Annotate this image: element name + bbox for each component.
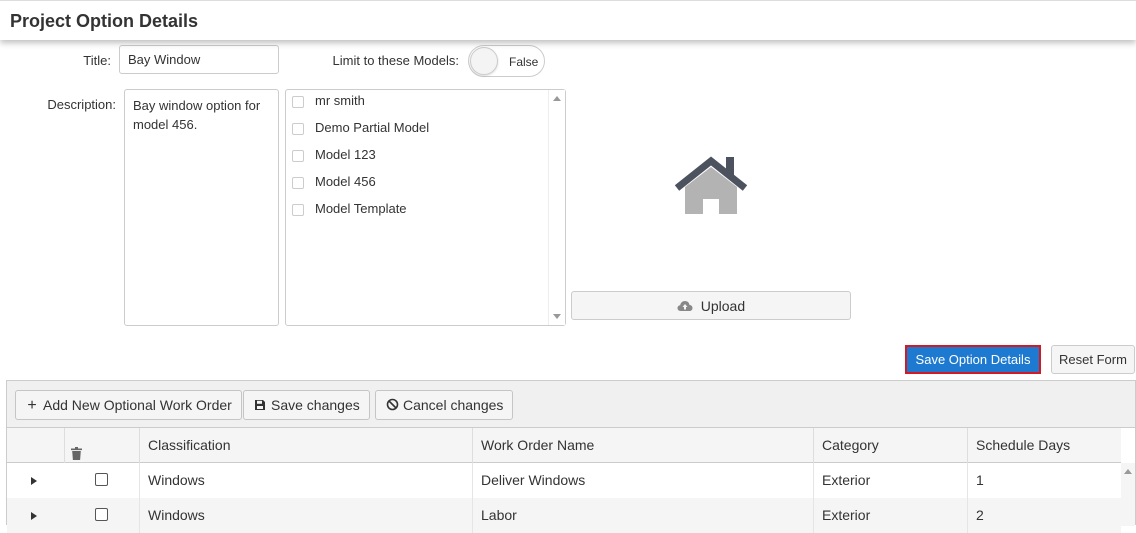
reset-form-label: Reset Form [1059, 352, 1127, 367]
table-row[interactable]: Windows Labor Exterior 2 [7, 498, 1121, 533]
cell-schedule-days: 2 [967, 498, 1121, 533]
column-header-classification[interactable]: Classification [139, 428, 472, 463]
model-list: mr smith Demo Partial Model Model 123 Mo… [285, 89, 566, 326]
model-checkbox[interactable] [292, 96, 304, 108]
model-label: Model Template [315, 201, 407, 216]
row-checkbox[interactable] [95, 473, 108, 486]
save-changes-button[interactable]: Save changes [243, 390, 370, 420]
model-checkbox[interactable] [292, 123, 304, 135]
grid-scroll-up-icon[interactable] [1124, 469, 1132, 474]
cell-category: Exterior [813, 463, 967, 498]
model-checkbox[interactable] [292, 150, 304, 162]
grid-scrollbar[interactable] [1121, 463, 1135, 526]
cloud-upload-icon [677, 293, 693, 322]
cancel-changes-button[interactable]: Cancel changes [375, 390, 514, 420]
expand-row-icon[interactable] [31, 512, 37, 520]
expand-row-icon[interactable] [31, 477, 37, 485]
model-list-scrollbar[interactable] [548, 90, 565, 325]
title-input[interactable]: Bay Window [119, 45, 279, 74]
model-label: Model 456 [315, 174, 376, 189]
model-checkbox[interactable] [292, 177, 304, 189]
add-work-order-label: Add New Optional Work Order [43, 397, 232, 413]
add-work-order-button[interactable]: + Add New Optional Work Order [15, 390, 242, 420]
limit-models-toggle[interactable]: False [468, 45, 545, 77]
model-label: Demo Partial Model [315, 120, 430, 135]
plus-icon: + [27, 397, 37, 414]
cancel-icon [385, 391, 399, 419]
description-label: Description: [47, 97, 116, 112]
save-changes-label: Save changes [271, 397, 360, 413]
cell-work-order-name: Labor [472, 498, 813, 533]
grid-header: Classification Work Order Name Category … [7, 428, 1121, 463]
toggle-value: False [509, 55, 539, 69]
column-header-category[interactable]: Category [813, 428, 967, 463]
grid-toolbar: + Add New Optional Work Order Save change… [7, 381, 1135, 428]
scroll-down-icon[interactable] [553, 314, 561, 319]
cell-work-order-name: Deliver Windows [472, 463, 813, 498]
reset-form-button[interactable]: Reset Form [1051, 345, 1135, 374]
save-option-details-label: Save Option Details [915, 352, 1031, 367]
save-option-details-button[interactable]: Save Option Details [905, 345, 1041, 374]
model-label: mr smith [315, 93, 365, 108]
work-order-grid: + Add New Optional Work Order Save change… [6, 380, 1136, 533]
cell-classification: Windows [139, 463, 472, 498]
table-row[interactable]: Windows Deliver Windows Exterior 1 [7, 463, 1121, 498]
row-checkbox[interactable] [95, 508, 108, 521]
cell-schedule-days: 1 [967, 463, 1121, 498]
description-textarea[interactable]: Bay window option for model 456. [124, 89, 279, 326]
delete-column-header [64, 428, 139, 463]
column-header-work-order-name[interactable]: Work Order Name [472, 428, 813, 463]
model-checkbox[interactable] [292, 204, 304, 216]
cell-classification: Windows [139, 498, 472, 533]
limit-models-label: Limit to these Models: [332, 53, 459, 68]
expand-column-header [7, 428, 64, 463]
toggle-knob [470, 47, 498, 75]
upload-button[interactable]: Upload [571, 291, 851, 320]
title-label: Title: [83, 53, 111, 68]
house-icon [672, 155, 750, 217]
page-header: Project Option Details [0, 0, 1136, 40]
scroll-up-icon[interactable] [553, 96, 561, 101]
floppy-disk-icon [253, 391, 267, 419]
column-header-schedule-days[interactable]: Schedule Days [967, 428, 1121, 463]
page-title: Project Option Details [10, 11, 199, 31]
upload-label: Upload [700, 298, 746, 314]
model-label: Model 123 [315, 147, 376, 162]
cell-category: Exterior [813, 498, 967, 533]
cancel-changes-label: Cancel changes [403, 397, 504, 413]
